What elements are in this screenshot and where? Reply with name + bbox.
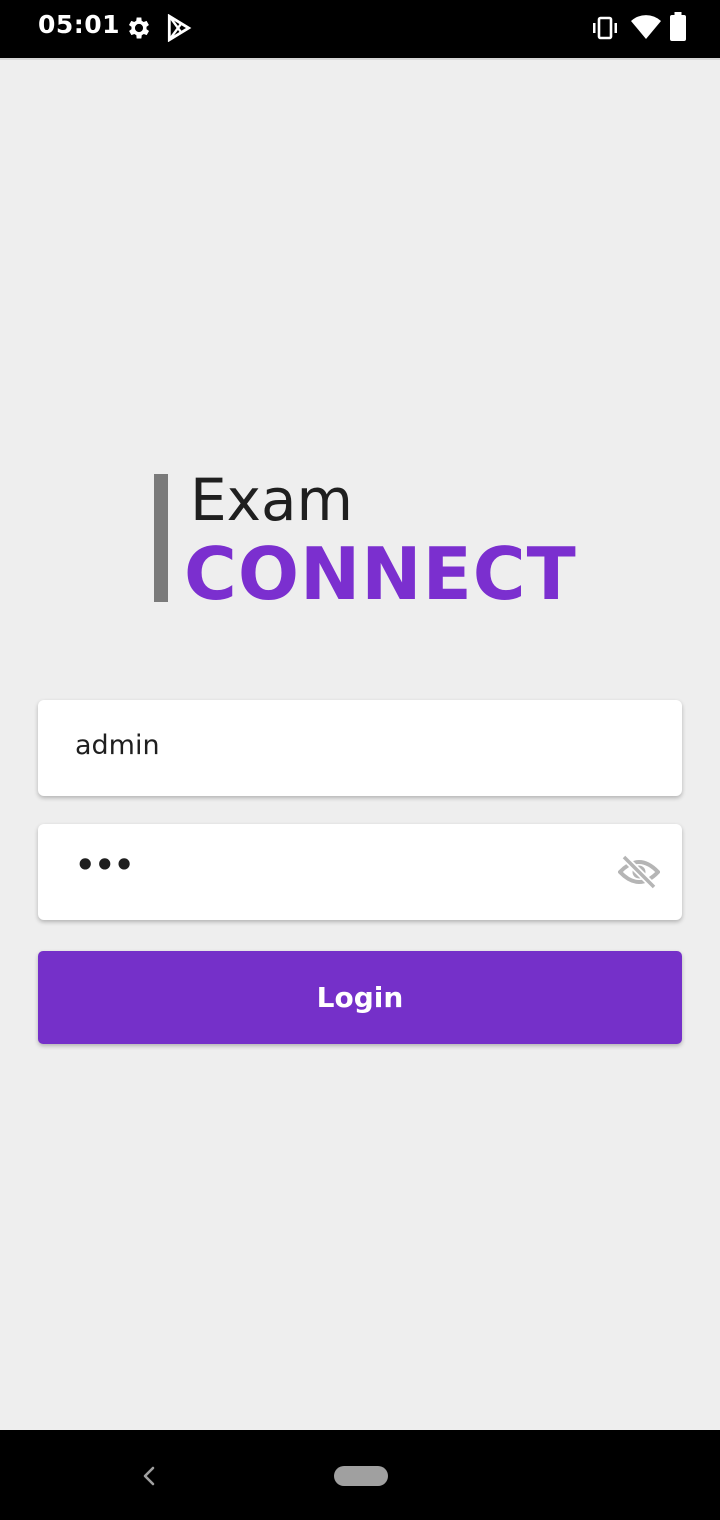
play-store-icon xyxy=(166,14,192,42)
logo-text-connect: CONNECT xyxy=(184,532,577,616)
logo-bar xyxy=(154,474,168,602)
exam-connect-logo: Exam CONNECT xyxy=(150,468,580,614)
password-masked-value: ••• xyxy=(75,846,134,884)
status-time: 05:01 xyxy=(38,10,121,39)
back-icon[interactable] xyxy=(138,1462,158,1495)
battery-icon xyxy=(669,12,687,42)
login-button[interactable]: Login xyxy=(38,951,682,1044)
password-field[interactable]: ••• xyxy=(38,824,682,920)
login-button-label: Login xyxy=(316,981,404,1014)
navigation-bar xyxy=(0,1430,720,1520)
status-divider xyxy=(0,58,720,60)
username-field[interactable]: admin xyxy=(38,700,682,796)
vibrate-icon xyxy=(590,14,620,42)
logo-text-exam: Exam xyxy=(190,466,354,534)
eye-off-icon[interactable] xyxy=(617,854,661,895)
status-bar: 05:01 xyxy=(0,0,720,58)
home-pill-icon[interactable] xyxy=(334,1466,388,1486)
wifi-icon xyxy=(630,14,662,40)
gear-icon xyxy=(125,14,153,42)
username-value: admin xyxy=(75,730,160,761)
